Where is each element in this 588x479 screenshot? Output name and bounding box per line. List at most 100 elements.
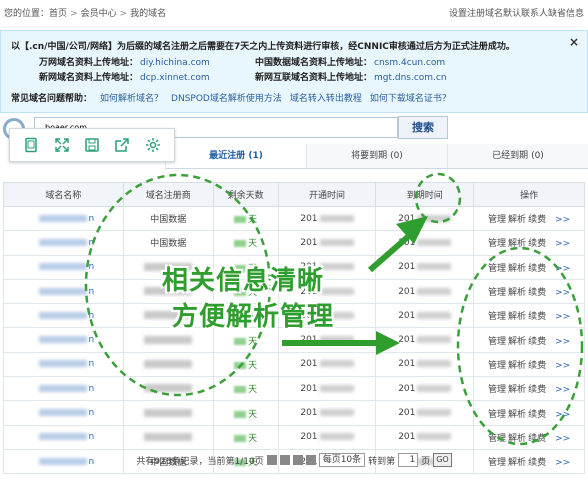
tab-expired[interactable]: 已经到期 (0): [447, 144, 588, 168]
manage-link[interactable]: 管理: [488, 337, 506, 347]
column-header-expire-time[interactable]: 到期时间: [375, 182, 475, 207]
manage-link[interactable]: 管理: [488, 239, 506, 249]
days-unit: 天: [248, 239, 258, 250]
days-unit: 天: [248, 336, 258, 347]
renew-link[interactable]: 续费: [528, 215, 546, 225]
manage-link[interactable]: 管理: [488, 312, 506, 322]
close-icon[interactable]: ×: [569, 35, 579, 49]
manage-link[interactable]: 管理: [488, 288, 506, 298]
domain-name-cell[interactable]: n: [3, 400, 124, 426]
resolve-link[interactable]: 解析: [508, 337, 526, 347]
expire-year: 201: [398, 286, 416, 297]
start-year: 201: [300, 335, 318, 346]
column-header-days-left[interactable]: 剩余天数: [212, 182, 279, 207]
manage-link[interactable]: 管理: [488, 385, 506, 395]
resolve-link[interactable]: 解析: [508, 434, 526, 444]
more-link[interactable]: >>: [555, 239, 570, 249]
faq-link[interactable]: 如何解析域名？: [100, 94, 163, 104]
faq-link[interactable]: 如何下载域名证书？: [370, 94, 451, 104]
prev-page-icon[interactable]: [279, 455, 290, 465]
more-link[interactable]: >>: [555, 312, 570, 322]
days-left-cell: 天: [212, 230, 279, 256]
tab-label: 将要到期: [351, 151, 388, 161]
domain-name-cell[interactable]: n: [3, 254, 124, 280]
expire-time-cell: 201: [375, 400, 475, 426]
domain-name-cell[interactable]: n: [3, 230, 124, 256]
expand-icon[interactable]: [52, 135, 72, 155]
upload-link[interactable]: dcp.xinnet.com: [140, 73, 210, 83]
more-link[interactable]: >>: [555, 410, 570, 420]
start-year: 201: [300, 237, 318, 248]
tab-expiring-soon[interactable]: 将要到期 (0): [306, 144, 447, 168]
breadcrumb-member-center-link[interactable]: 会员中心: [81, 9, 117, 19]
manage-link[interactable]: 管理: [488, 264, 506, 274]
renew-link[interactable]: 续费: [528, 288, 546, 298]
blurred-registrar: [144, 432, 193, 441]
column-header-start-time[interactable]: 开通时间: [277, 182, 377, 207]
blurred-date: [417, 214, 452, 222]
upload-address-row: 中国数据域名资料上传地址： cnsm.4cun.com: [255, 55, 445, 68]
resolve-link[interactable]: 解析: [508, 410, 526, 420]
blurred-domain: [38, 336, 87, 344]
renew-link[interactable]: 续费: [528, 337, 546, 347]
blurred-date: [319, 433, 354, 441]
upload-link[interactable]: mgt.dns.com.cn: [374, 73, 447, 83]
domain-name-cell[interactable]: n: [3, 327, 124, 353]
more-link[interactable]: >>: [555, 434, 570, 444]
domain-name-cell[interactable]: n: [3, 376, 124, 402]
blurred-registrar: [144, 359, 193, 368]
domain-name-cell[interactable]: n: [3, 303, 124, 329]
go-button[interactable]: GO: [433, 453, 452, 467]
renew-link[interactable]: 续费: [528, 385, 546, 395]
domain-name-cell[interactable]: n: [3, 278, 124, 305]
upload-link[interactable]: cnsm.4cun.com: [374, 58, 445, 68]
renew-link[interactable]: 续费: [528, 312, 546, 322]
resolve-link[interactable]: 解析: [508, 361, 526, 371]
manage-link[interactable]: 管理: [488, 410, 506, 420]
renew-link[interactable]: 续费: [528, 434, 546, 444]
blurred-date: [417, 360, 452, 368]
resolve-link[interactable]: 解析: [508, 288, 526, 298]
save-icon[interactable]: [82, 135, 102, 155]
resolve-link[interactable]: 解析: [508, 312, 526, 322]
resolve-link[interactable]: 解析: [508, 239, 526, 249]
resolve-link[interactable]: 解析: [508, 385, 526, 395]
tab-recent-registered[interactable]: 最近注册 (1): [165, 144, 306, 168]
more-link[interactable]: >>: [555, 337, 570, 347]
share-icon[interactable]: [112, 135, 132, 155]
search-button[interactable]: 搜索: [398, 116, 448, 139]
blurred-registrar: [144, 408, 193, 417]
renew-link[interactable]: 续费: [528, 410, 546, 420]
gear-icon[interactable]: [143, 135, 163, 155]
next-page-icon[interactable]: [292, 455, 303, 465]
domain-name-cell[interactable]: n: [3, 424, 124, 450]
per-page-select[interactable]: 每页10条: [318, 453, 366, 467]
faq-link[interactable]: 域名转入转出教程: [290, 94, 362, 104]
default-contact-link[interactable]: 设置注册域名默认联系人缺省信息: [449, 6, 584, 19]
manage-link[interactable]: 管理: [488, 215, 506, 225]
last-page-icon[interactable]: [305, 455, 316, 465]
renew-link[interactable]: 续费: [528, 264, 546, 274]
more-link[interactable]: >>: [555, 215, 570, 225]
column-header-registrar[interactable]: 域名注册商: [122, 182, 214, 207]
first-page-icon[interactable]: [266, 455, 277, 465]
resolve-link[interactable]: 解析: [508, 264, 526, 274]
resolve-link[interactable]: 解析: [508, 215, 526, 225]
manage-link[interactable]: 管理: [488, 434, 506, 444]
breadcrumb-home-link[interactable]: 首页: [49, 9, 67, 19]
more-link[interactable]: >>: [555, 288, 570, 298]
renew-link[interactable]: 续费: [528, 239, 546, 249]
faq-link[interactable]: DNSPOD域名解析使用方法: [171, 94, 282, 104]
more-link[interactable]: >>: [555, 264, 570, 274]
fit-screen-icon[interactable]: [21, 135, 41, 155]
upload-link[interactable]: diy.hichina.com: [140, 58, 210, 68]
renew-link[interactable]: 续费: [528, 361, 546, 371]
domain-name-cell[interactable]: n: [3, 351, 124, 378]
blurred-date: [417, 336, 452, 344]
more-link[interactable]: >>: [555, 361, 570, 371]
domain-name-cell[interactable]: n: [3, 205, 124, 232]
column-header-domain-name[interactable]: 域名名称: [3, 182, 124, 207]
manage-link[interactable]: 管理: [488, 361, 506, 371]
more-link[interactable]: >>: [555, 385, 570, 395]
page-number-input[interactable]: 1: [398, 453, 419, 467]
